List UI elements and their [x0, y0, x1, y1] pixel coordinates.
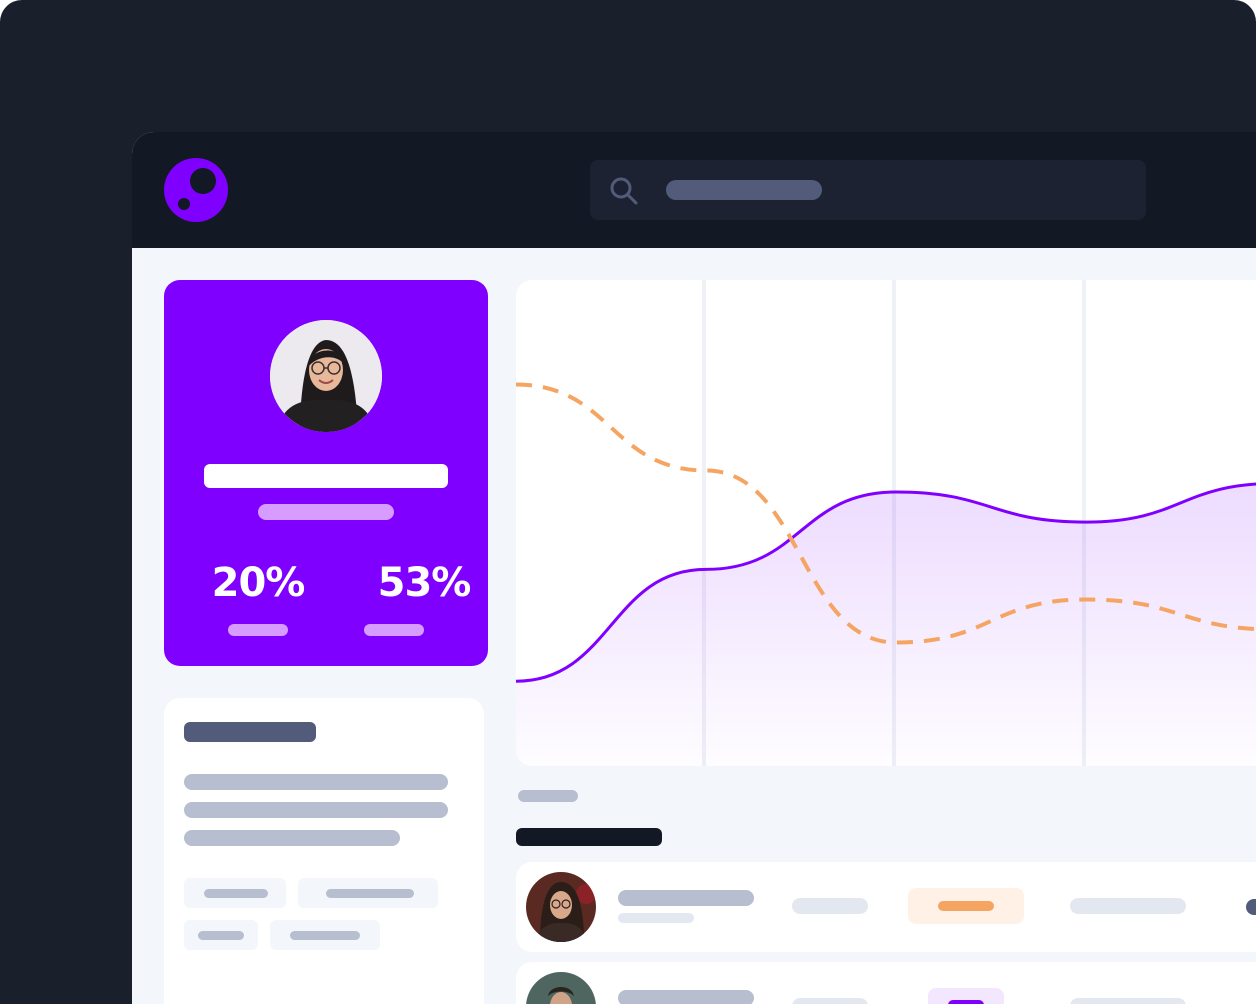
- stat-value-2: 53%: [377, 560, 472, 606]
- info-title-placeholder: [184, 722, 316, 742]
- search-icon[interactable]: [608, 175, 640, 207]
- profile-role-placeholder: [258, 504, 394, 520]
- row-name-placeholder: [618, 990, 754, 1004]
- user-avatar[interactable]: [270, 320, 382, 432]
- section-title-placeholder: [516, 828, 662, 846]
- row-field-placeholder: [792, 898, 868, 914]
- row-subtitle-placeholder: [618, 913, 694, 923]
- stat-value-1: 20%: [211, 560, 306, 606]
- tag-chip-label: [204, 889, 268, 898]
- line-chart: [516, 280, 1256, 766]
- info-card: [164, 698, 484, 1004]
- info-line-placeholder: [184, 774, 448, 790]
- status-badge-label: [948, 1000, 984, 1004]
- status-badge: [908, 888, 1024, 924]
- status-badge: [928, 988, 1004, 1004]
- tag-chip[interactable]: [184, 920, 258, 950]
- table-row[interactable]: [516, 962, 1256, 1004]
- row-action-placeholder[interactable]: [1246, 899, 1256, 915]
- row-field-placeholder: [1070, 998, 1186, 1004]
- user-avatar[interactable]: [526, 872, 596, 942]
- tag-chip-label: [198, 931, 244, 940]
- tag-chip[interactable]: [270, 920, 380, 950]
- series-area-fill: [516, 484, 1256, 766]
- app-screen: 20% 53%: [132, 132, 1256, 1004]
- row-field-placeholder: [792, 998, 868, 1004]
- top-bar: [132, 132, 1256, 248]
- tag-chip[interactable]: [184, 878, 286, 908]
- search-input[interactable]: [666, 180, 822, 200]
- profile-name-placeholder: [204, 464, 448, 488]
- tag-chip-label: [326, 889, 414, 898]
- status-badge-label: [938, 901, 994, 911]
- avatar-illustration: [270, 320, 382, 432]
- info-line-placeholder: [184, 802, 448, 818]
- stat-label-2-placeholder: [364, 624, 424, 636]
- stat-label-1-placeholder: [228, 624, 288, 636]
- tag-chip-label: [290, 931, 360, 940]
- table-row[interactable]: [516, 862, 1256, 952]
- row-name-placeholder: [618, 890, 754, 906]
- info-line-placeholder: [184, 830, 400, 846]
- brand-logo-icon[interactable]: [164, 158, 228, 222]
- user-avatar[interactable]: [526, 972, 596, 1004]
- chart-card: [516, 280, 1256, 766]
- device-frame: 20% 53%: [0, 0, 1256, 1004]
- section-subtitle-placeholder: [518, 790, 578, 802]
- avatar-illustration: [526, 872, 596, 942]
- tag-chip[interactable]: [298, 878, 438, 908]
- profile-card: 20% 53%: [164, 280, 488, 666]
- avatar-illustration: [526, 972, 596, 1004]
- search-bar[interactable]: [590, 160, 1146, 220]
- row-field-placeholder: [1070, 898, 1186, 914]
